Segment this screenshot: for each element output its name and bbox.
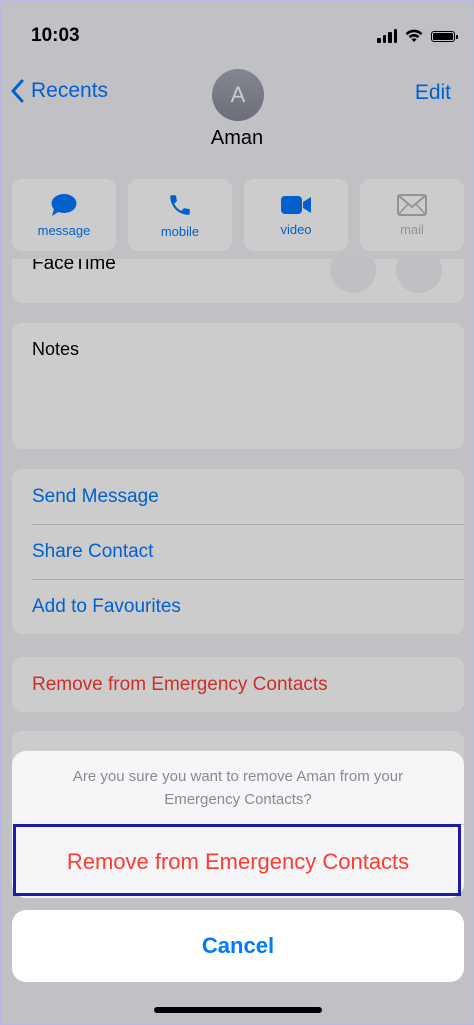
action-sheet-message: Are you sure you want to remove Aman fro… <box>12 751 464 825</box>
home-indicator[interactable] <box>154 1007 322 1013</box>
highlight-box <box>13 824 461 896</box>
action-sheet-message-line1: Are you sure you want to remove Aman fro… <box>72 767 404 785</box>
action-sheet-message-line2: Emergency Contacts? <box>164 790 312 808</box>
cancel-button[interactable]: Cancel <box>12 910 464 982</box>
screen: 10:03 Recents A Edit Aman message mobile… <box>0 0 474 1025</box>
